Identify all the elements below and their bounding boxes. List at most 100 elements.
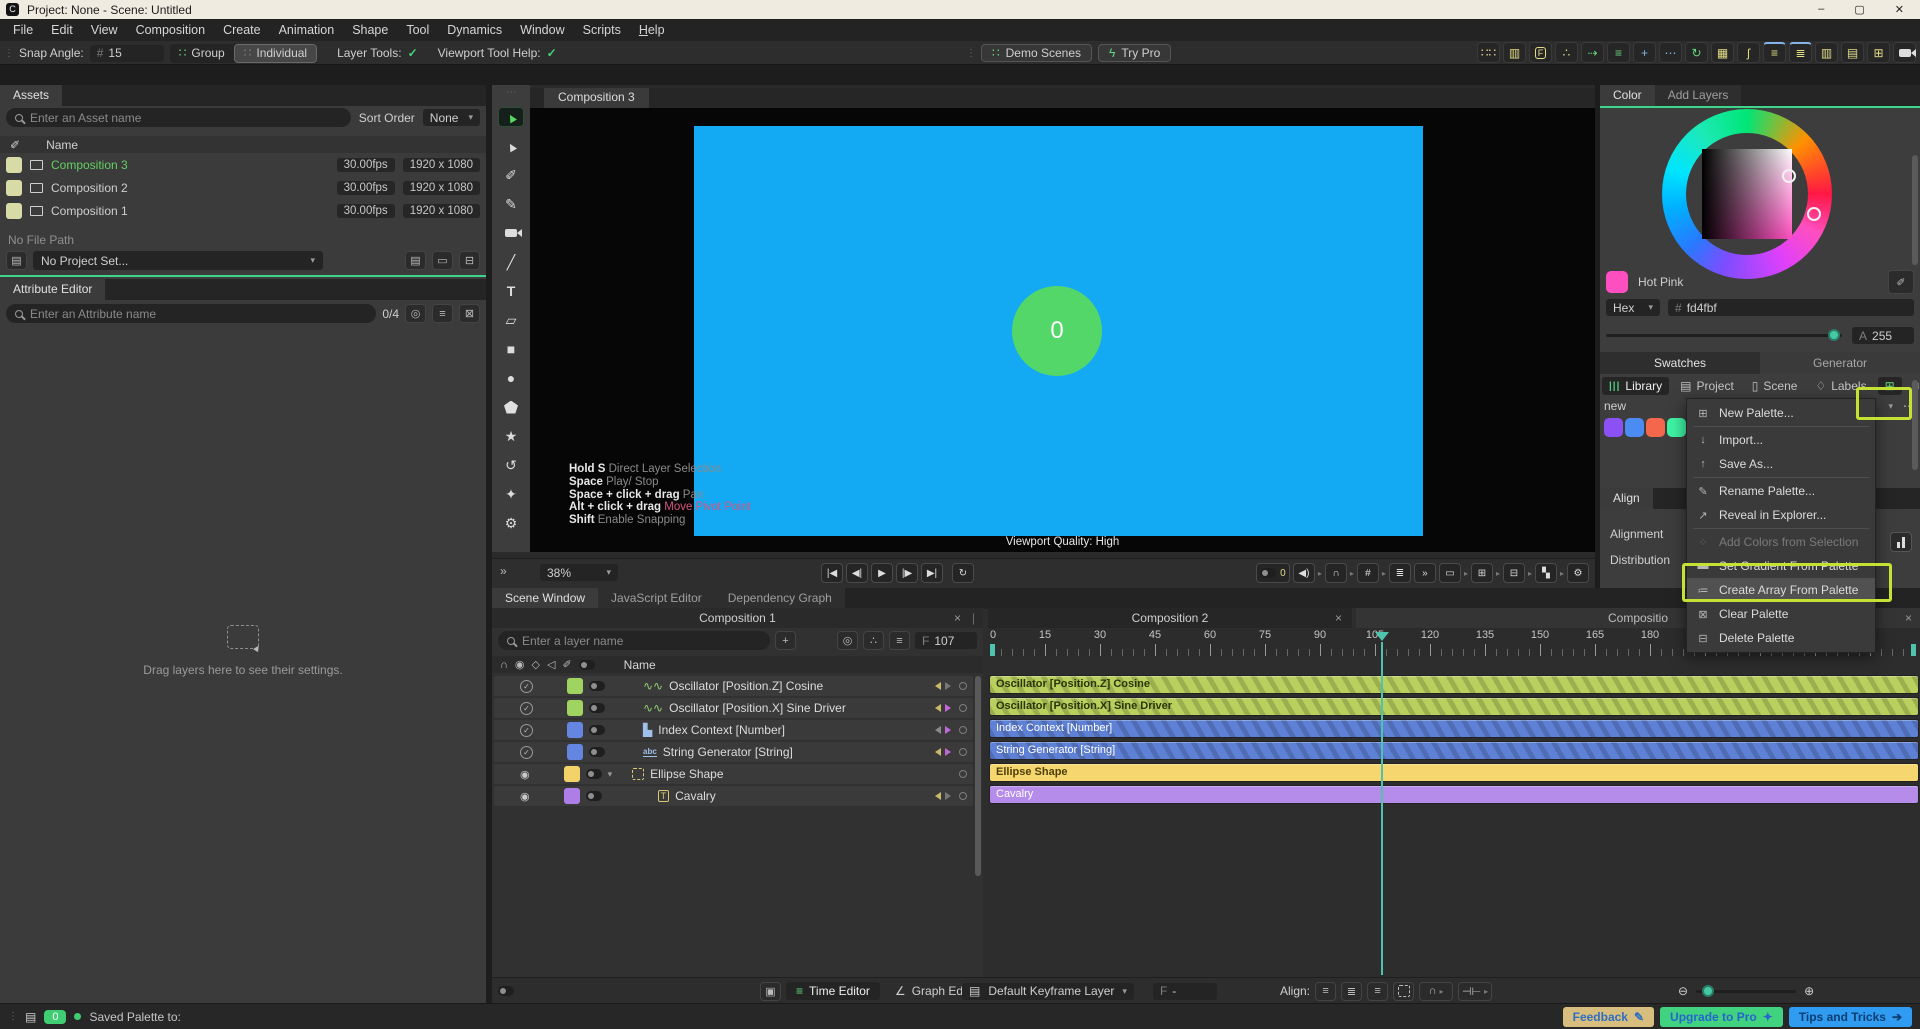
asset-color-swatch[interactable]: [6, 180, 22, 196]
viewport-zoom-select[interactable]: 38% ▾: [540, 564, 618, 581]
scatter-add-icon[interactable]: ∴: [863, 631, 884, 650]
settings-gear-icon[interactable]: ⚙: [498, 513, 524, 533]
tools-grip[interactable]: ⋯: [507, 87, 517, 98]
arc-tool[interactable]: ↺: [498, 455, 524, 475]
sv-handle[interactable]: [1782, 169, 1796, 183]
sort-order-select[interactable]: None ▾: [422, 109, 480, 126]
go-to-end-button[interactable]: ▶|: [921, 563, 943, 583]
alpha-slider-handle[interactable]: [1828, 329, 1840, 341]
close-tab-icon[interactable]: ×: [954, 608, 961, 628]
magnet-snap-button[interactable]: ∩ ▸: [1419, 981, 1454, 1001]
composition-canvas[interactable]: 0: [694, 126, 1423, 536]
duplicate-icon[interactable]: ⊟: [1502, 563, 1525, 583]
pentagon-tool[interactable]: [498, 397, 524, 417]
rotate-arc-icon[interactable]: ↻: [1685, 42, 1708, 63]
play-button[interactable]: ▶: [871, 563, 893, 583]
layer-color-swatch[interactable]: [563, 788, 580, 804]
layer-color-swatch[interactable]: [567, 722, 583, 738]
keyframe-toggle-icon[interactable]: [959, 704, 967, 712]
asset-row[interactable]: Composition 3 30.00fps 1920 x 1080: [0, 154, 486, 176]
project-folder-icon[interactable]: ▤: [6, 251, 27, 270]
layer-toggle[interactable]: [585, 791, 602, 801]
menu-view[interactable]: View: [82, 21, 127, 39]
scene-window-tab[interactable]: Scene Window: [492, 588, 599, 609]
bounds-icon[interactable]: ▭: [1438, 563, 1461, 583]
cube-icon[interactable]: ▥: [1503, 42, 1526, 63]
current-color-swatch[interactable]: [1606, 271, 1628, 293]
grid-dots-icon[interactable]: ∷∷: [1477, 42, 1500, 63]
add-layers-tab[interactable]: Add Layers: [1654, 85, 1742, 106]
keyframe-box-icon[interactable]: ▣: [760, 981, 781, 1001]
playhead-line[interactable]: [1381, 642, 1383, 975]
color-tab[interactable]: Color: [1600, 85, 1655, 106]
work-area-end-marker[interactable]: [1911, 644, 1916, 656]
step-back-button[interactable]: ◀|: [846, 563, 868, 583]
menu-item-save-as[interactable]: ↑ Save As...: [1687, 452, 1875, 476]
alpha-slider[interactable]: [1606, 329, 1842, 341]
layer-row[interactable]: ◉ T Cavalry: [494, 786, 973, 806]
align-top-b-icon[interactable]: ≣: [1789, 42, 1812, 63]
keyframe-prev-icon[interactable]: [931, 748, 941, 756]
cells-grid-icon[interactable]: ⊞: [1867, 42, 1890, 63]
keyframe-toggle-icon[interactable]: [959, 770, 967, 778]
scene-source-button[interactable]: ▯ Scene: [1745, 377, 1805, 395]
hue-ring-handle[interactable]: [1807, 207, 1821, 221]
panel-divider[interactable]: [0, 275, 486, 277]
menu-item-clear-palette[interactable]: ⊠ Clear Palette: [1687, 602, 1875, 626]
menu-composition[interactable]: Composition: [127, 21, 214, 39]
zoom-in-icon[interactable]: ⊕: [1804, 984, 1814, 998]
snap-angle-field[interactable]: # 15: [89, 44, 164, 62]
fast-forward-icon[interactable]: »: [1413, 563, 1436, 583]
menu-file[interactable]: File: [4, 21, 42, 39]
select-tool[interactable]: ▲: [498, 107, 524, 127]
menu-item-new-palette[interactable]: ⊞ New Palette...: [1687, 401, 1875, 425]
layers-overlay-icon[interactable]: ≣: [1388, 563, 1411, 583]
layer-toggle[interactable]: [589, 703, 605, 713]
timeline-clip[interactable]: Oscillator [Position.Z] Cosine: [990, 676, 1918, 693]
menu-help[interactable]: Help: [630, 21, 674, 39]
menu-item-rename-palette[interactable]: ✎ Rename Palette...: [1687, 479, 1875, 503]
feedback-button[interactable]: Feedback ✎: [1562, 1006, 1655, 1027]
camera-tool[interactable]: [498, 223, 524, 243]
timeline-clip[interactable]: Oscillator [Position.X] Sine Driver: [990, 698, 1918, 715]
frame-count-field[interactable]: F 107: [915, 632, 977, 649]
project-select[interactable]: No Project Set... ▾: [33, 251, 323, 270]
pin-attribute-icon[interactable]: ◎: [405, 304, 426, 323]
menu-item-import[interactable]: ↓ Import...: [1687, 428, 1875, 452]
menu-item-reveal-in-explorer[interactable]: ↗ Reveal in Explorer...: [1687, 503, 1875, 527]
color-panel-scrollbar[interactable]: [1912, 155, 1918, 265]
new-composition-icon[interactable]: ▭: [432, 251, 453, 270]
frame-offset-toggle[interactable]: 0: [1255, 563, 1290, 583]
dependency-graph-tab[interactable]: Dependency Graph: [714, 588, 845, 609]
menu-tool[interactable]: Tool: [397, 21, 438, 39]
keyframe-next-icon[interactable]: [945, 682, 955, 690]
keyframe-next-icon[interactable]: [945, 792, 955, 800]
solo-filter-icon[interactable]: ◎: [837, 631, 858, 650]
asset-search-input[interactable]: Enter an Asset name: [6, 108, 351, 127]
timeline-clip[interactable]: String Generator [String]: [990, 742, 1918, 759]
console-count-badge[interactable]: 0: [44, 1009, 67, 1024]
go-to-start-button[interactable]: |◀: [821, 563, 843, 583]
enabled-check-icon[interactable]: ✓: [520, 679, 533, 693]
add-attribute-icon[interactable]: ≡: [432, 304, 453, 323]
timeline-zoom-handle[interactable]: [1702, 984, 1715, 997]
step-forward-button[interactable]: |▶: [896, 563, 918, 583]
filter-settings-icon[interactable]: ≡: [889, 631, 910, 650]
menu-item-delete-palette[interactable]: ⊟ Delete Palette: [1687, 626, 1875, 650]
menu-create[interactable]: Create: [214, 21, 270, 39]
pick-whip-icon[interactable]: ʃ: [1737, 42, 1760, 63]
star-tool[interactable]: ★: [498, 426, 524, 446]
align-center-button[interactable]: ≣: [1341, 981, 1363, 1001]
menu-animation[interactable]: Animation: [270, 21, 344, 39]
footer-toggle[interactable]: [498, 986, 514, 996]
transform-tool[interactable]: ▱: [498, 310, 524, 330]
keyframe-next-icon[interactable]: [945, 726, 955, 734]
upgrade-to-pro-button[interactable]: Upgrade to Pro ✦: [1660, 1006, 1783, 1027]
film-strip-icon[interactable]: ▦: [1711, 42, 1734, 63]
layer-list-scrollbar[interactable]: [975, 676, 981, 876]
expand-panel-icon[interactable]: »: [500, 564, 507, 578]
saturation-value-square[interactable]: [1702, 149, 1792, 239]
palette-swatch[interactable]: [1646, 418, 1665, 437]
align-tab[interactable]: Align: [1600, 488, 1653, 509]
individual-button[interactable]: ∷ Individual: [233, 43, 318, 63]
